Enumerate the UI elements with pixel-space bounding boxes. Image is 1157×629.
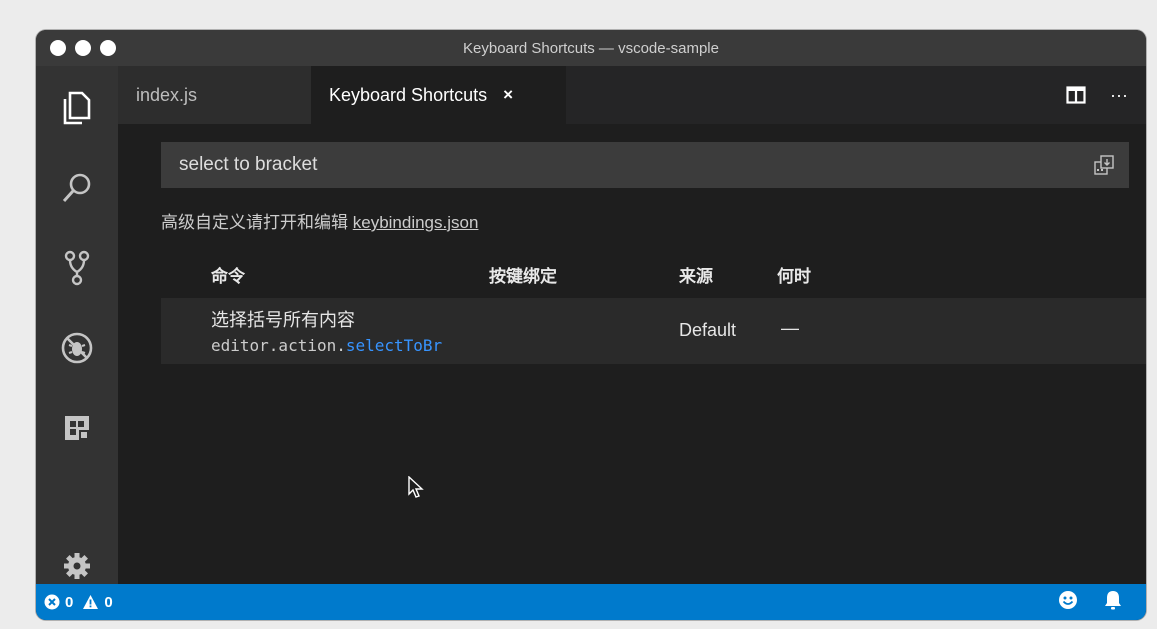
tab-keyboard-shortcuts[interactable]: Keyboard Shortcuts ×: [311, 66, 566, 124]
no-bug-icon: [61, 332, 93, 364]
command-source: Default: [679, 320, 737, 340]
activity-bar: [36, 66, 118, 584]
command-id: editor.action.selectToBr: [211, 336, 442, 355]
warning-count: 0: [104, 593, 113, 611]
sort-precedence-icon: [1094, 155, 1114, 175]
search-icon: [62, 173, 91, 203]
mouse-cursor: [408, 475, 424, 505]
tab-index-js[interactable]: index.js: [118, 66, 311, 124]
error-icon: [44, 594, 60, 610]
more-actions-button[interactable]: ···: [1110, 85, 1128, 106]
column-command[interactable]: 命令: [211, 262, 245, 287]
files-icon: [63, 91, 91, 125]
command-id-prefix: editor.action.: [211, 336, 346, 355]
keybindings-search-input[interactable]: select to bracket: [161, 142, 1129, 188]
feedback-button[interactable]: [1058, 590, 1078, 614]
tab-label: Keyboard Shortcuts: [329, 84, 488, 105]
column-when[interactable]: 何时: [777, 262, 811, 287]
command-title: 选择括号所有内容: [211, 310, 355, 330]
sort-by-precedence-button[interactable]: [1093, 154, 1115, 182]
search-value: select to bracket: [179, 154, 318, 175]
warning-icon: [83, 595, 99, 609]
command-when: —: [781, 318, 799, 338]
column-keybinding[interactable]: 按键绑定: [489, 262, 557, 287]
status-bar-right: [1058, 590, 1146, 614]
title-bar: Keyboard Shortcuts — vscode-sample: [36, 30, 1146, 66]
gear-icon: [64, 553, 90, 579]
pointer-cursor-icon: [408, 475, 424, 498]
smiley-icon: [1059, 591, 1077, 609]
editor-actions: ···: [1066, 66, 1146, 124]
editor-tab-bar: index.js Keyboard Shortcuts × ···: [118, 66, 1146, 124]
extensions-icon: [65, 416, 89, 440]
problems-indicator[interactable]: 0 0: [44, 594, 113, 611]
bell-icon: [1105, 591, 1121, 610]
minimize-window-button[interactable]: [75, 40, 91, 56]
git-branch-icon: [64, 250, 90, 286]
activity-extensions[interactable]: [36, 398, 118, 458]
tab-label: index.js: [136, 84, 198, 105]
maximize-window-button[interactable]: [100, 40, 116, 56]
column-source[interactable]: 来源: [679, 262, 713, 287]
split-editor-button[interactable]: [1066, 86, 1086, 104]
split-editor-icon: [1066, 86, 1086, 104]
keybindings-json-link[interactable]: keybindings.json: [353, 213, 479, 232]
vscode-window: Keyboard Shortcuts — vscode-sample index…: [36, 30, 1146, 620]
close-tab-button[interactable]: ×: [503, 85, 513, 105]
activity-debug[interactable]: [36, 318, 118, 378]
window-title: Keyboard Shortcuts — vscode-sample: [463, 39, 719, 57]
activity-source-control[interactable]: [36, 238, 118, 298]
close-window-button[interactable]: [50, 40, 66, 56]
notifications-button[interactable]: [1104, 590, 1122, 614]
status-bar: 0 0: [36, 584, 1146, 620]
table-row[interactable]: 选择括号所有内容 editor.action.selectToBr Defaul…: [161, 298, 1146, 364]
activity-search[interactable]: [36, 158, 118, 218]
keybindings-table-header: 命令 按键绑定 来源 何时: [161, 254, 1146, 290]
keybindings-editor: select to bracket 高级自定义请打开和编辑 keybinding…: [118, 124, 1146, 584]
window-controls: [50, 40, 116, 56]
error-count: 0: [65, 593, 74, 611]
activity-explorer[interactable]: [36, 78, 118, 138]
command-id-match: selectToBr: [345, 336, 443, 355]
advanced-customization-hint: 高级自定义请打开和编辑 keybindings.json: [161, 208, 478, 233]
hint-text: 高级自定义请打开和编辑: [161, 213, 348, 232]
